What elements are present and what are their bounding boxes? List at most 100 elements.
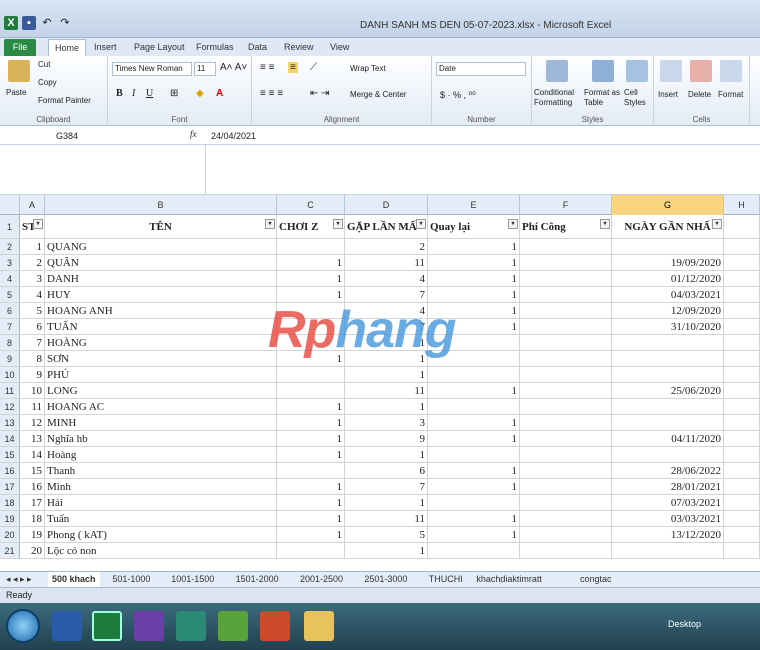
cell-a[interactable]: 14 xyxy=(20,447,45,462)
cell-a[interactable]: 20 xyxy=(20,543,45,558)
cell-f[interactable] xyxy=(520,239,612,254)
cell-h[interactable] xyxy=(724,367,760,382)
cell-d[interactable]: 1 xyxy=(345,367,428,382)
formula-input[interactable]: 24/04/2021 xyxy=(211,129,256,143)
sheet-tab[interactable]: 1501-2000 xyxy=(236,572,279,587)
cell-b[interactable]: DANH xyxy=(45,271,277,286)
insert-button[interactable]: Insert xyxy=(658,90,678,99)
cell-d[interactable]: 11 xyxy=(345,511,428,526)
sheet-tab[interactable]: 2001-2500 xyxy=(300,572,343,587)
cell-b[interactable]: Lộc cỏ non xyxy=(45,543,277,558)
cell-f[interactable] xyxy=(520,399,612,414)
cell-c[interactable]: 1 xyxy=(277,255,345,270)
column-header-g[interactable]: G xyxy=(612,195,724,215)
cell-b[interactable]: Phong ( kAT) xyxy=(45,527,277,542)
tab-data[interactable]: Data xyxy=(248,39,267,56)
cell-c[interactable]: 1 xyxy=(277,527,345,542)
merge-center-button[interactable]: Merge & Center xyxy=(350,90,406,99)
cell-c[interactable]: 1 xyxy=(277,415,345,430)
underline-icon[interactable]: U xyxy=(146,88,153,99)
cell-f[interactable] xyxy=(520,271,612,286)
android-studio-icon[interactable] xyxy=(176,611,206,641)
delete-cells-icon[interactable] xyxy=(690,60,712,82)
cell-h[interactable] xyxy=(724,399,760,414)
header-cell-f[interactable]: Phí Công ▾ xyxy=(520,215,612,238)
cell-h[interactable] xyxy=(724,495,760,510)
copy-button[interactable]: Copy xyxy=(38,78,57,87)
cell-b[interactable]: HOANG AC xyxy=(45,399,277,414)
cell-b[interactable]: HOÀNG xyxy=(45,335,277,350)
cell-a[interactable]: 4 xyxy=(20,287,45,302)
cell-h[interactable] xyxy=(724,335,760,350)
fx-icon[interactable]: fx xyxy=(190,129,197,139)
cell-f[interactable] xyxy=(520,527,612,542)
cell-g[interactable] xyxy=(612,415,724,430)
cell-h[interactable] xyxy=(724,543,760,558)
cell-h[interactable] xyxy=(724,319,760,334)
filter-dropdown-icon[interactable]: ▾ xyxy=(508,219,518,229)
cell-e[interactable] xyxy=(428,399,520,414)
paste-icon[interactable] xyxy=(8,60,30,82)
filter-dropdown-icon[interactable]: ▾ xyxy=(416,219,426,229)
conditional-formatting-icon[interactable] xyxy=(546,60,568,82)
cell-g[interactable]: 25/06/2020 xyxy=(612,383,724,398)
cell-h[interactable] xyxy=(724,527,760,542)
cell-a[interactable]: 10 xyxy=(20,383,45,398)
cell-a[interactable]: 7 xyxy=(20,335,45,350)
format-table-icon[interactable] xyxy=(592,60,614,82)
row-number[interactable]: 9 xyxy=(0,351,20,366)
desktop-label[interactable]: Desktop xyxy=(668,619,701,629)
cell-f[interactable] xyxy=(520,495,612,510)
cell-a[interactable]: 15 xyxy=(20,463,45,478)
font-size-select[interactable]: 11 xyxy=(194,62,216,76)
currency-icon[interactable]: $ · % , ⁰⁰ xyxy=(440,90,476,101)
cell-c[interactable] xyxy=(277,239,345,254)
cell-h[interactable] xyxy=(724,479,760,494)
tab-insert[interactable]: Insert xyxy=(94,39,117,56)
cell-g[interactable] xyxy=(612,543,724,558)
cell-a[interactable]: 3 xyxy=(20,271,45,286)
cell-e[interactable] xyxy=(428,447,520,462)
bold-icon[interactable]: B xyxy=(116,88,123,99)
start-button-icon[interactable] xyxy=(6,609,40,643)
select-all-corner[interactable] xyxy=(0,195,20,215)
cell-b[interactable]: SƠN xyxy=(45,351,277,366)
cut-button[interactable]: Cut xyxy=(38,60,50,69)
cell-e[interactable]: 1 xyxy=(428,383,520,398)
cell-d[interactable]: 9 xyxy=(345,431,428,446)
cell-e[interactable]: 1 xyxy=(428,431,520,446)
cell-g[interactable]: 04/11/2020 xyxy=(612,431,724,446)
format-button[interactable]: Format xyxy=(718,90,743,99)
cell-e[interactable]: 1 xyxy=(428,271,520,286)
wrap-text-button[interactable]: Wrap Text xyxy=(350,64,386,73)
cell-e[interactable] xyxy=(428,367,520,382)
header-cell-g[interactable]: NGÀY GẦN NHẤ ▾ xyxy=(612,215,724,238)
cell-c[interactable] xyxy=(277,367,345,382)
cell-d[interactable]: 7 xyxy=(345,479,428,494)
font-name-select[interactable]: Times New Roman xyxy=(112,62,192,76)
cell-h[interactable] xyxy=(724,447,760,462)
cell-styles-icon[interactable] xyxy=(626,60,648,82)
column-header-e[interactable]: E xyxy=(428,195,520,215)
cell-h[interactable] xyxy=(724,255,760,270)
filter-dropdown-icon[interactable]: ▾ xyxy=(33,219,43,229)
cell-c[interactable]: 1 xyxy=(277,399,345,414)
font-color-icon[interactable]: A xyxy=(216,88,223,99)
header-cell-b[interactable]: TÊN ▾ xyxy=(45,215,277,238)
cell-h[interactable] xyxy=(724,351,760,366)
column-header-f[interactable]: F xyxy=(520,195,612,215)
cell-e[interactable]: 1 xyxy=(428,527,520,542)
cell-g[interactable] xyxy=(612,351,724,366)
cell-a[interactable]: 11 xyxy=(20,399,45,414)
cell-f[interactable] xyxy=(520,431,612,446)
row-number[interactable]: 20 xyxy=(0,527,20,542)
cell-c[interactable] xyxy=(277,383,345,398)
powerpoint-icon[interactable] xyxy=(260,611,290,641)
cell-e[interactable]: 1 xyxy=(428,463,520,478)
cell-a[interactable]: 17 xyxy=(20,495,45,510)
cell-a[interactable]: 5 xyxy=(20,303,45,318)
row-number[interactable]: 3 xyxy=(0,255,20,270)
row-number[interactable]: 10 xyxy=(0,367,20,382)
name-box[interactable]: G384 xyxy=(4,129,144,143)
border-icon[interactable]: ⊞ xyxy=(170,88,178,99)
